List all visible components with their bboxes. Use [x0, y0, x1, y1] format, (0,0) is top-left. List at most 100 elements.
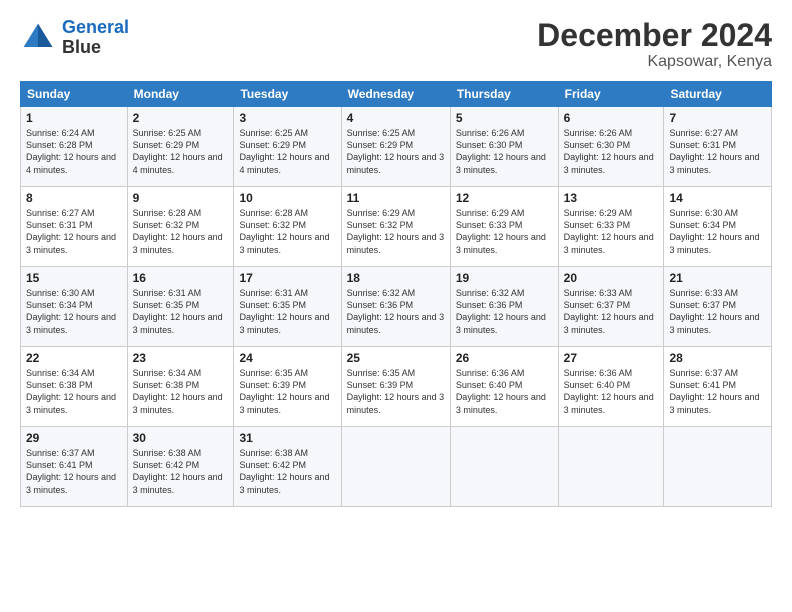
day-info: Sunrise: 6:33 AMSunset: 6:37 PMDaylight:…: [669, 287, 766, 336]
title-block: December 2024 Kapsowar, Kenya: [537, 18, 772, 71]
calendar-cell: 23 Sunrise: 6:34 AMSunset: 6:38 PMDaylig…: [127, 347, 234, 427]
day-info: Sunrise: 6:28 AMSunset: 6:32 PMDaylight:…: [133, 207, 229, 256]
day-number: 3: [239, 111, 335, 125]
calendar-cell: [341, 427, 450, 507]
calendar-week-4: 22 Sunrise: 6:34 AMSunset: 6:38 PMDaylig…: [21, 347, 772, 427]
day-info: Sunrise: 6:27 AMSunset: 6:31 PMDaylight:…: [26, 207, 122, 256]
calendar-cell: 13 Sunrise: 6:29 AMSunset: 6:33 PMDaylig…: [558, 187, 664, 267]
day-info: Sunrise: 6:29 AMSunset: 6:33 PMDaylight:…: [564, 207, 659, 256]
day-number: 4: [347, 111, 445, 125]
col-sunday: Sunday: [21, 82, 128, 107]
day-info: Sunrise: 6:37 AMSunset: 6:41 PMDaylight:…: [26, 447, 122, 496]
col-saturday: Saturday: [664, 82, 772, 107]
day-number: 12: [456, 191, 553, 205]
calendar-header: Sunday Monday Tuesday Wednesday Thursday…: [21, 82, 772, 107]
calendar-cell: 25 Sunrise: 6:35 AMSunset: 6:39 PMDaylig…: [341, 347, 450, 427]
day-info: Sunrise: 6:29 AMSunset: 6:32 PMDaylight:…: [347, 207, 445, 256]
day-info: Sunrise: 6:26 AMSunset: 6:30 PMDaylight:…: [456, 127, 553, 176]
calendar-week-3: 15 Sunrise: 6:30 AMSunset: 6:34 PMDaylig…: [21, 267, 772, 347]
header-row: Sunday Monday Tuesday Wednesday Thursday…: [21, 82, 772, 107]
day-info: Sunrise: 6:38 AMSunset: 6:42 PMDaylight:…: [133, 447, 229, 496]
calendar-cell: 16 Sunrise: 6:31 AMSunset: 6:35 PMDaylig…: [127, 267, 234, 347]
calendar-cell: 19 Sunrise: 6:32 AMSunset: 6:36 PMDaylig…: [450, 267, 558, 347]
month-title: December 2024: [537, 18, 772, 53]
day-info: Sunrise: 6:38 AMSunset: 6:42 PMDaylight:…: [239, 447, 335, 496]
calendar-week-1: 1 Sunrise: 6:24 AMSunset: 6:28 PMDayligh…: [21, 107, 772, 187]
calendar-cell: 31 Sunrise: 6:38 AMSunset: 6:42 PMDaylig…: [234, 427, 341, 507]
calendar-cell: 4 Sunrise: 6:25 AMSunset: 6:29 PMDayligh…: [341, 107, 450, 187]
day-info: Sunrise: 6:27 AMSunset: 6:31 PMDaylight:…: [669, 127, 766, 176]
day-number: 9: [133, 191, 229, 205]
header: General Blue December 2024 Kapsowar, Ken…: [20, 18, 772, 71]
day-info: Sunrise: 6:26 AMSunset: 6:30 PMDaylight:…: [564, 127, 659, 176]
day-number: 22: [26, 351, 122, 365]
calendar-table: Sunday Monday Tuesday Wednesday Thursday…: [20, 81, 772, 507]
day-number: 7: [669, 111, 766, 125]
location-subtitle: Kapsowar, Kenya: [537, 53, 772, 71]
calendar-cell: 1 Sunrise: 6:24 AMSunset: 6:28 PMDayligh…: [21, 107, 128, 187]
day-number: 14: [669, 191, 766, 205]
calendar-cell: [664, 427, 772, 507]
day-info: Sunrise: 6:25 AMSunset: 6:29 PMDaylight:…: [347, 127, 445, 176]
day-number: 23: [133, 351, 229, 365]
calendar-cell: [450, 427, 558, 507]
calendar-cell: 3 Sunrise: 6:25 AMSunset: 6:29 PMDayligh…: [234, 107, 341, 187]
day-info: Sunrise: 6:33 AMSunset: 6:37 PMDaylight:…: [564, 287, 659, 336]
day-number: 30: [133, 431, 229, 445]
calendar-cell: 20 Sunrise: 6:33 AMSunset: 6:37 PMDaylig…: [558, 267, 664, 347]
logo-text: General Blue: [62, 18, 129, 58]
calendar-cell: 5 Sunrise: 6:26 AMSunset: 6:30 PMDayligh…: [450, 107, 558, 187]
day-number: 17: [239, 271, 335, 285]
day-number: 21: [669, 271, 766, 285]
day-info: Sunrise: 6:30 AMSunset: 6:34 PMDaylight:…: [669, 207, 766, 256]
day-number: 16: [133, 271, 229, 285]
calendar-page: General Blue December 2024 Kapsowar, Ken…: [0, 0, 792, 612]
logo-icon: [20, 20, 56, 56]
day-number: 8: [26, 191, 122, 205]
calendar-cell: 7 Sunrise: 6:27 AMSunset: 6:31 PMDayligh…: [664, 107, 772, 187]
day-info: Sunrise: 6:35 AMSunset: 6:39 PMDaylight:…: [347, 367, 445, 416]
calendar-cell: 27 Sunrise: 6:36 AMSunset: 6:40 PMDaylig…: [558, 347, 664, 427]
day-number: 5: [456, 111, 553, 125]
day-info: Sunrise: 6:34 AMSunset: 6:38 PMDaylight:…: [133, 367, 229, 416]
col-monday: Monday: [127, 82, 234, 107]
calendar-cell: 2 Sunrise: 6:25 AMSunset: 6:29 PMDayligh…: [127, 107, 234, 187]
day-number: 19: [456, 271, 553, 285]
col-wednesday: Wednesday: [341, 82, 450, 107]
day-number: 13: [564, 191, 659, 205]
day-info: Sunrise: 6:36 AMSunset: 6:40 PMDaylight:…: [564, 367, 659, 416]
day-info: Sunrise: 6:31 AMSunset: 6:35 PMDaylight:…: [133, 287, 229, 336]
day-info: Sunrise: 6:31 AMSunset: 6:35 PMDaylight:…: [239, 287, 335, 336]
day-number: 20: [564, 271, 659, 285]
calendar-cell: 9 Sunrise: 6:28 AMSunset: 6:32 PMDayligh…: [127, 187, 234, 267]
day-info: Sunrise: 6:29 AMSunset: 6:33 PMDaylight:…: [456, 207, 553, 256]
calendar-body: 1 Sunrise: 6:24 AMSunset: 6:28 PMDayligh…: [21, 107, 772, 507]
day-number: 1: [26, 111, 122, 125]
calendar-cell: 14 Sunrise: 6:30 AMSunset: 6:34 PMDaylig…: [664, 187, 772, 267]
calendar-cell: 28 Sunrise: 6:37 AMSunset: 6:41 PMDaylig…: [664, 347, 772, 427]
calendar-cell: 12 Sunrise: 6:29 AMSunset: 6:33 PMDaylig…: [450, 187, 558, 267]
calendar-cell: 15 Sunrise: 6:30 AMSunset: 6:34 PMDaylig…: [21, 267, 128, 347]
calendar-cell: 26 Sunrise: 6:36 AMSunset: 6:40 PMDaylig…: [450, 347, 558, 427]
day-number: 25: [347, 351, 445, 365]
day-info: Sunrise: 6:32 AMSunset: 6:36 PMDaylight:…: [347, 287, 445, 336]
calendar-cell: 6 Sunrise: 6:26 AMSunset: 6:30 PMDayligh…: [558, 107, 664, 187]
calendar-cell: 11 Sunrise: 6:29 AMSunset: 6:32 PMDaylig…: [341, 187, 450, 267]
day-number: 26: [456, 351, 553, 365]
day-info: Sunrise: 6:30 AMSunset: 6:34 PMDaylight:…: [26, 287, 122, 336]
day-info: Sunrise: 6:25 AMSunset: 6:29 PMDaylight:…: [133, 127, 229, 176]
col-thursday: Thursday: [450, 82, 558, 107]
day-number: 29: [26, 431, 122, 445]
calendar-cell: 8 Sunrise: 6:27 AMSunset: 6:31 PMDayligh…: [21, 187, 128, 267]
day-info: Sunrise: 6:35 AMSunset: 6:39 PMDaylight:…: [239, 367, 335, 416]
day-number: 18: [347, 271, 445, 285]
day-number: 31: [239, 431, 335, 445]
calendar-cell: 21 Sunrise: 6:33 AMSunset: 6:37 PMDaylig…: [664, 267, 772, 347]
calendar-cell: 29 Sunrise: 6:37 AMSunset: 6:41 PMDaylig…: [21, 427, 128, 507]
day-info: Sunrise: 6:32 AMSunset: 6:36 PMDaylight:…: [456, 287, 553, 336]
calendar-cell: 24 Sunrise: 6:35 AMSunset: 6:39 PMDaylig…: [234, 347, 341, 427]
day-number: 10: [239, 191, 335, 205]
calendar-cell: [558, 427, 664, 507]
day-number: 15: [26, 271, 122, 285]
calendar-week-2: 8 Sunrise: 6:27 AMSunset: 6:31 PMDayligh…: [21, 187, 772, 267]
